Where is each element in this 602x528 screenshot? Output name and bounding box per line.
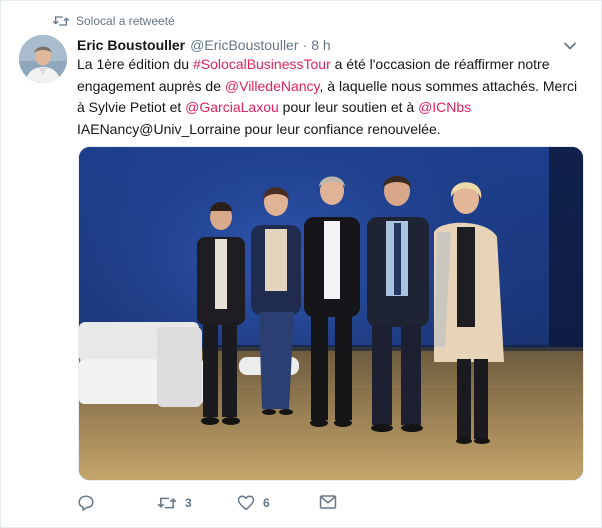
tweet-card[interactable]: Solocal a retweeté Eric Boustouller @Eri… — [0, 0, 602, 528]
tweet-text-part: La 1ère édition du — [77, 56, 193, 72]
retweet-button[interactable]: 3 — [157, 494, 192, 512]
direct-message-button[interactable] — [319, 494, 337, 510]
chevron-down-icon[interactable] — [563, 39, 577, 53]
mention-link[interactable]: @ICNbs — [418, 99, 471, 115]
author-handle[interactable]: @EricBoustouller — [190, 37, 298, 53]
tweet-photo[interactable] — [78, 146, 584, 481]
group-photo — [79, 147, 583, 480]
author-name[interactable]: Eric Boustouller — [77, 37, 185, 53]
retweet-count: 3 — [185, 496, 192, 510]
retweet-context-label: Solocal a retweeté — [76, 14, 175, 28]
tweet-text-part: pour leur soutien et à — [278, 99, 419, 115]
retweet-icon — [53, 16, 69, 26]
tweet-header: Eric Boustouller @EricBoustouller · 8 h — [77, 35, 583, 55]
like-count: 6 — [263, 496, 270, 510]
timestamp[interactable]: 8 h — [311, 37, 330, 53]
retweet-icon — [157, 497, 177, 509]
tweet-text-part: IAENancy@Univ_Lorraine pour leur confian… — [77, 120, 441, 137]
heart-icon — [237, 495, 255, 511]
avatar[interactable] — [19, 35, 67, 83]
avatar-photo — [19, 35, 67, 83]
envelope-icon — [319, 495, 337, 509]
header-separator: · — [302, 37, 308, 53]
reply-icon — [78, 495, 94, 511]
like-button[interactable]: 6 — [237, 494, 270, 512]
mention-link[interactable]: @GarciaLaxou — [185, 99, 279, 115]
hashtag-link[interactable]: #SolocalBusinessTour — [193, 56, 331, 72]
reply-button[interactable] — [77, 494, 103, 512]
retweet-context: Solocal a retweeté — [53, 13, 175, 29]
tweet-text: La 1ère édition du #SolocalBusinessTour … — [77, 54, 587, 140]
mention-link[interactable]: @VilledeNancy — [225, 78, 320, 94]
